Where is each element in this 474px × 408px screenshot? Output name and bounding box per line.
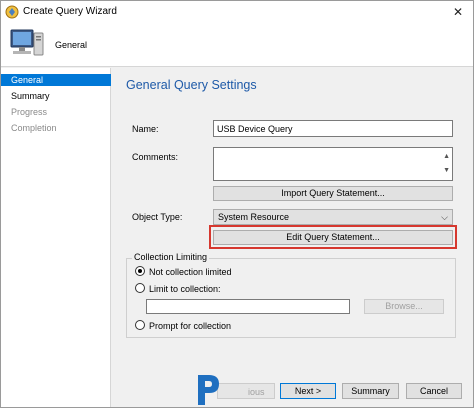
object-type-select[interactable]: System Resource ⌵ [213,209,453,225]
previous-button-label: ious [248,387,265,397]
chevron-down-icon: ⌵ [441,212,448,222]
watermark-logo-icon [198,375,219,405]
window-title: Create Query Wizard [23,6,117,17]
close-button[interactable]: ✕ [443,1,473,23]
step-progress: Progress [11,107,48,117]
limit-to-collection-label: Limit to collection: [149,284,221,294]
step-title: General [55,40,88,50]
edit-query-button[interactable]: Edit Query Statement... [213,230,453,245]
wizard-step-list: General Summary Progress Completion [1,68,111,407]
collection-field[interactable] [146,299,350,314]
step-summary[interactable]: Summary [1,90,111,102]
wizard-window: Create Query Wizard ✕ General General Su… [0,0,474,408]
page-heading: General Query Settings [126,78,257,92]
import-query-button[interactable]: Import Query Statement... [213,186,453,201]
collection-limiting-title: Collection Limiting [132,252,210,262]
previous-button: ious [217,383,275,399]
cancel-button[interactable]: Cancel [406,383,462,399]
not-limited-label: Not collection limited [149,267,232,277]
step-general[interactable]: General [1,74,111,86]
summary-button[interactable]: Summary [342,383,399,399]
prompt-for-collection-label: Prompt for collection [149,321,232,331]
browse-button: Browse... [364,299,444,314]
radio-limit-to-collection[interactable] [135,283,145,293]
radio-prompt-for-collection[interactable] [135,320,145,330]
wizard-app-icon [5,5,19,19]
step-completion: Completion [11,123,57,133]
next-button[interactable]: Next > [280,383,336,399]
radio-not-limited[interactable] [135,266,145,276]
object-type-label: Object Type: [132,212,183,222]
wizard-content: General Query Settings Name: USB Device … [112,68,473,407]
wizard-header: General [1,23,473,67]
name-field[interactable]: USB Device Query [213,120,453,137]
title-bar: Create Query Wizard ✕ [1,1,473,23]
comments-label: Comments: [132,152,179,162]
close-icon: ✕ [452,5,464,19]
computer-icon [10,29,44,56]
scroll-down-icon[interactable]: ▼ [443,163,450,179]
comments-field[interactable]: ▲ ▼ [213,147,453,181]
name-label: Name: [132,124,159,134]
